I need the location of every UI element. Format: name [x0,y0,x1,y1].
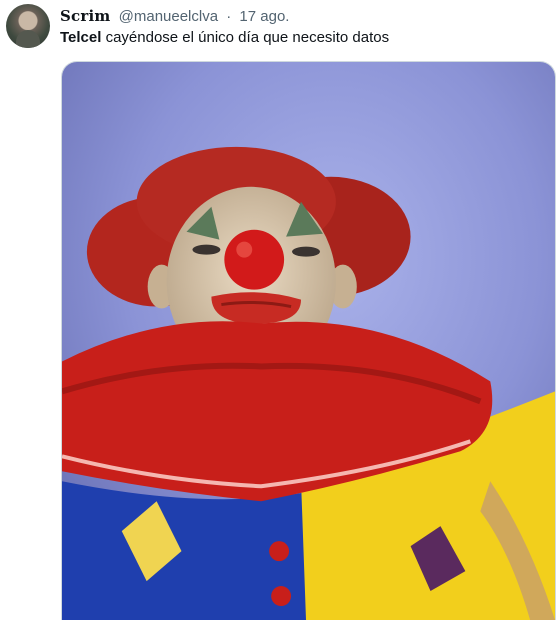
separator-dot: · [226,8,232,25]
suit-button-1 [269,541,290,562]
clown-eye-left-lid [192,244,221,255]
tweet-text: Telcel cayéndose el único día que necesi… [60,28,389,48]
clown-photo [62,62,555,620]
tweet-text-bold: Telcel [60,29,102,46]
suit-button-2 [271,586,292,607]
avatar[interactable] [6,4,50,48]
tweet-media-image[interactable] [61,61,556,620]
tweet[interactable]: Scrim @manueelclva · 17 ago. Telcel cayé… [0,0,560,620]
clown-eye-right-lid [292,246,320,257]
timestamp[interactable]: 17 ago. [239,8,289,25]
tweet-text-rest: cayéndose el único día que necesito dato… [101,29,390,46]
user-handle[interactable]: @manueelclva [119,8,218,25]
tweet-header: Scrim @manueelclva · 17 ago. [60,6,289,26]
clown-nose-highlight [236,241,253,258]
clown-nose [224,229,285,290]
display-name[interactable]: Scrim [60,7,110,25]
